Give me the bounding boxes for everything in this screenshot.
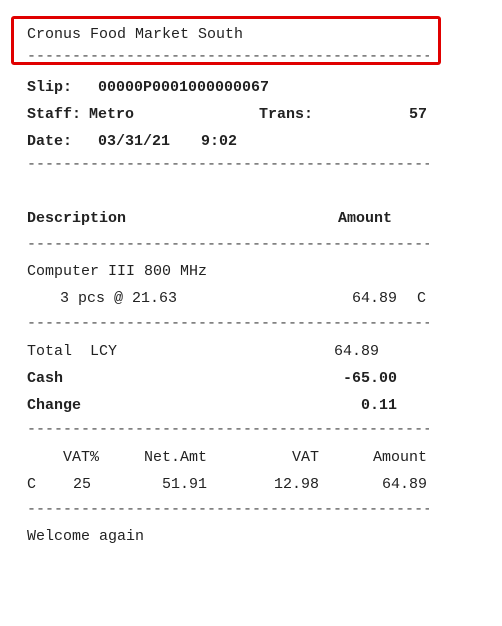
amount-header-vat: Amount [372, 449, 427, 466]
separator: ----------------------------------------… [27, 160, 429, 170]
footer-message: Welcome again [27, 528, 145, 545]
cash-label: Cash [27, 370, 64, 387]
description-header: Description [27, 210, 127, 227]
change-value: 0.11 [360, 397, 397, 414]
total-value: 64.89 [334, 343, 380, 360]
amount-header: Amount [338, 210, 393, 227]
cash-value: -65.00 [342, 370, 397, 387]
separator: ----------------------------------------… [27, 240, 429, 250]
date-label: Date: [27, 133, 73, 150]
net-amt-value: 51.91 [161, 476, 207, 493]
item-name: Computer III 800 MHz [27, 263, 208, 280]
item-qty-line: 3 pcs @ 21.63 [60, 290, 178, 307]
vat-pct-value: 25 [72, 476, 91, 493]
highlight-box [11, 16, 441, 65]
vat-value: 12.98 [273, 476, 319, 493]
slip-label: Slip: [27, 79, 73, 96]
vat-pct-header: VAT% [62, 449, 99, 466]
total-label: Total LCY [27, 343, 118, 360]
vat-header: VAT [291, 449, 319, 466]
vat-code: C [27, 476, 37, 493]
separator: ----------------------------------------… [27, 425, 429, 435]
slip-value: 00000P0001000000067 [98, 79, 270, 96]
item-amount: 64.89 [351, 290, 397, 307]
net-amt-header: Net.Amt [143, 449, 207, 466]
item-flag: C [417, 290, 427, 307]
trans-value: 57 [408, 106, 427, 123]
staff-label: Staff: [27, 106, 82, 123]
time-value: 9:02 [201, 133, 238, 150]
separator: ----------------------------------------… [27, 319, 429, 329]
trans-label: Trans: [259, 106, 314, 123]
date-value: 03/31/21 [98, 133, 171, 150]
amount-value-vat: 64.89 [381, 476, 427, 493]
change-label: Change [27, 397, 82, 414]
staff-value: Metro [89, 106, 135, 123]
separator: ----------------------------------------… [27, 505, 429, 515]
